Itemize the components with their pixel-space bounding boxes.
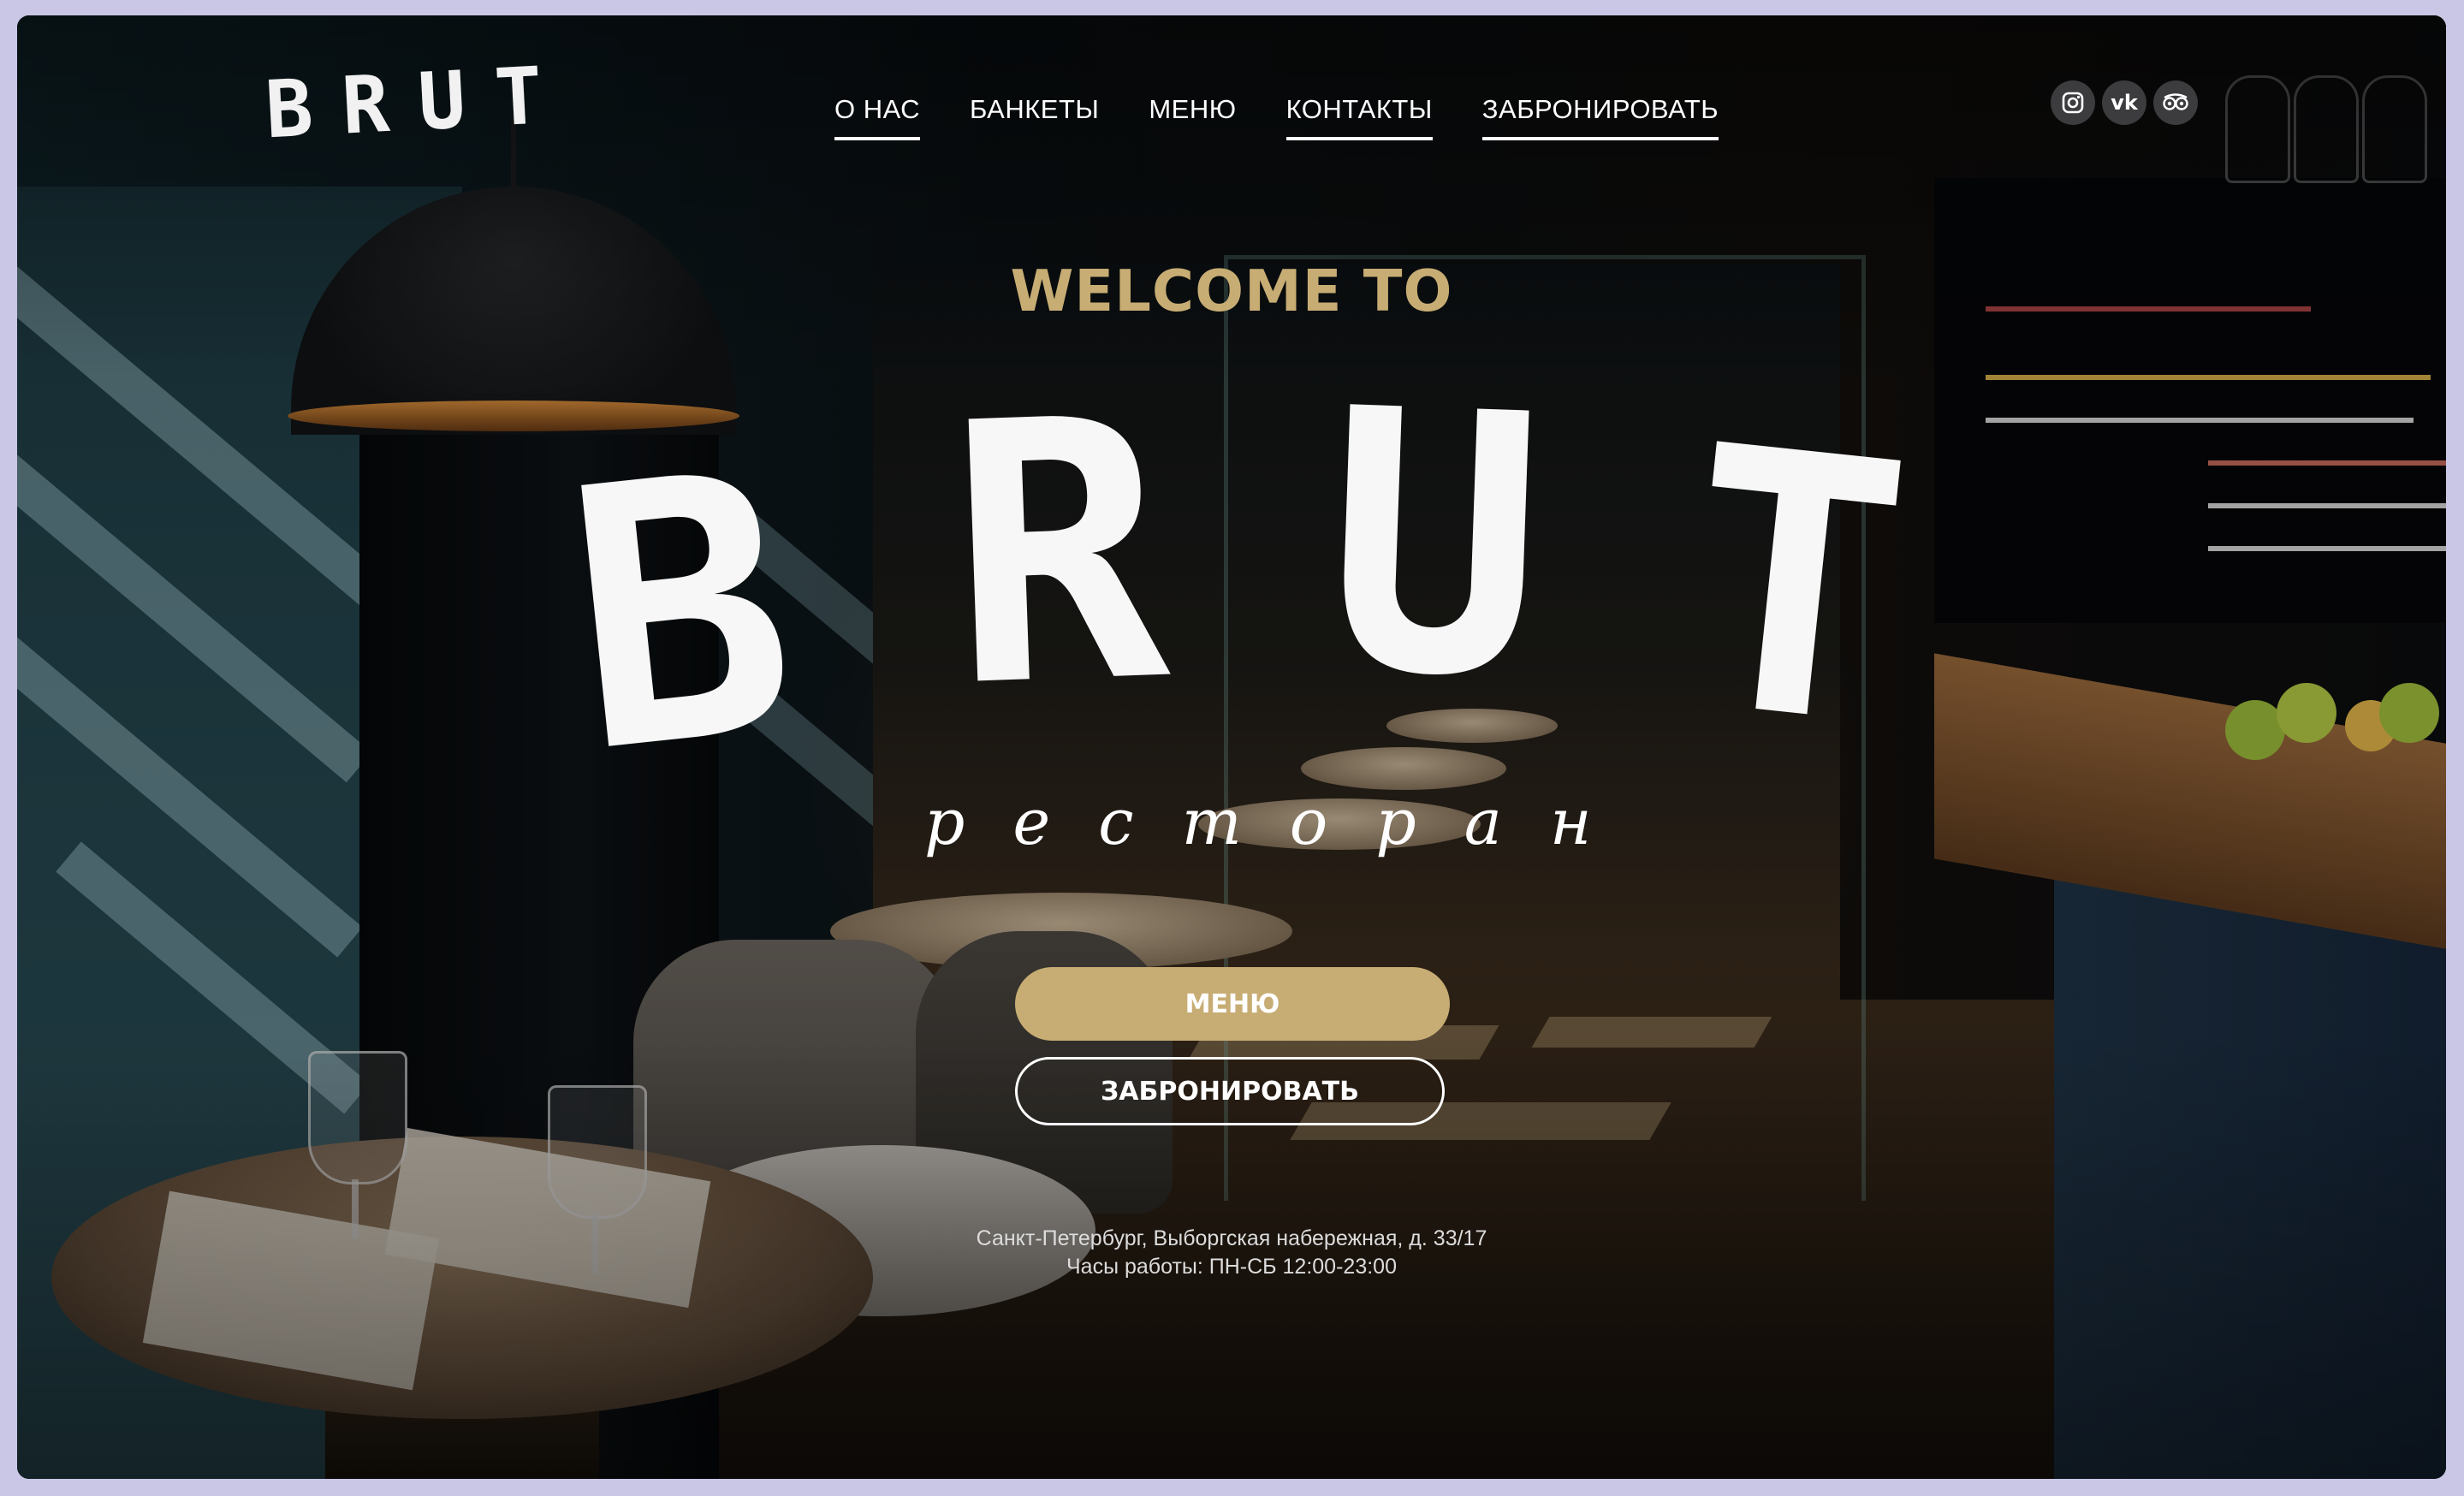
welcome-heading: WELCOME TO bbox=[1010, 258, 1453, 324]
contact-info: Санкт-Петербург, Выборгская набережная, … bbox=[17, 1225, 2446, 1281]
address-text: Санкт-Петербург, Выборгская набережная, … bbox=[976, 1226, 1487, 1250]
tripadvisor-icon[interactable] bbox=[2153, 80, 2198, 125]
vk-glyph: vk bbox=[2111, 91, 2138, 115]
menu-button[interactable]: МЕНЮ bbox=[1015, 967, 1450, 1041]
nav-menu[interactable]: МЕНЮ bbox=[1149, 94, 1236, 140]
nav-book[interactable]: ЗАБРОНИРОВАТЬ bbox=[1481, 94, 1719, 140]
nav-contacts[interactable]: КОНТАКТЫ bbox=[1285, 94, 1433, 140]
opening-hours-text: Часы работы: ПН-СБ 12:00-23:00 bbox=[1066, 1255, 1397, 1279]
social-links: vk bbox=[2051, 80, 2198, 125]
nav-banquets[interactable]: БАНКЕТЫ bbox=[970, 94, 1099, 140]
restaurant-subtitle: ресторан bbox=[924, 786, 1640, 859]
brand-letter-t: T bbox=[1665, 369, 1924, 808]
nav-about[interactable]: О НАС bbox=[834, 94, 920, 140]
vk-icon[interactable]: vk bbox=[2102, 80, 2146, 125]
brand-letter-r: R bbox=[942, 341, 1174, 768]
brut-logo[interactable]: BRUT bbox=[263, 49, 573, 157]
brand-wordmark: B R U T bbox=[552, 333, 1924, 834]
brand-letter-u: U bbox=[1319, 332, 1551, 759]
brand-letter-b: B bbox=[552, 395, 811, 834]
browser-frame: BRUT О НАС БАНКЕТЫ МЕНЮ КОНТАКТЫ ЗАБРОНИ… bbox=[17, 15, 2446, 1479]
book-button[interactable]: ЗАБРОНИРОВАТЬ bbox=[1015, 1057, 1445, 1125]
site-header: BRUT О НАС БАНКЕТЫ МЕНЮ КОНТАКТЫ ЗАБРОНИ… bbox=[17, 15, 2446, 187]
main-nav: О НАС БАНКЕТЫ МЕНЮ КОНТАКТЫ ЗАБРОНИРОВАТ… bbox=[834, 94, 1719, 140]
instagram-icon[interactable] bbox=[2051, 80, 2095, 125]
